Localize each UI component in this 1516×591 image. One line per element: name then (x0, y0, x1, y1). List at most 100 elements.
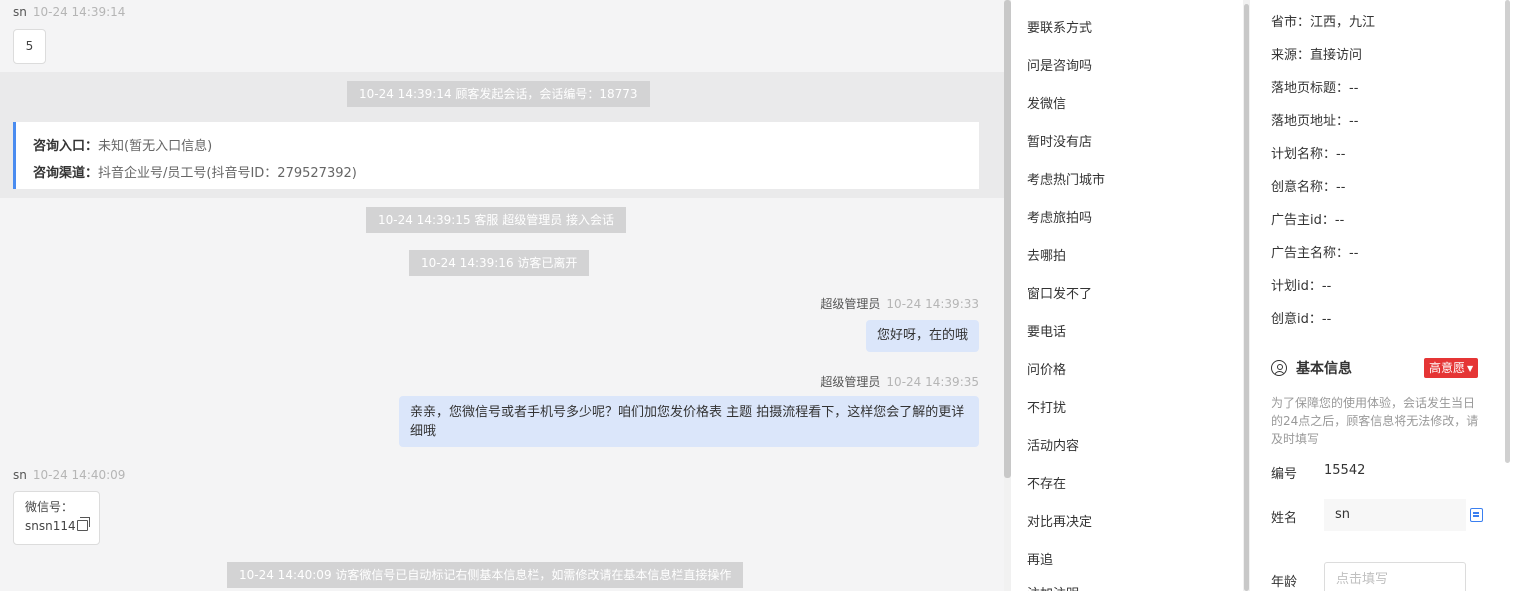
info-label: 落地页地址： (1271, 114, 1350, 129)
sender-name: 超级管理员 (820, 297, 881, 311)
phrase-item[interactable]: 去哪拍 (1027, 245, 1066, 264)
phrase-item[interactable]: 问是咨询吗 (1027, 55, 1092, 74)
consult-channel-value: 抖音企业号/员工号(抖音号ID：279527392) (98, 166, 357, 181)
info-field: 落地页地址：-- (1271, 110, 1358, 129)
message-text: 5 (25, 39, 34, 53)
info-value: -- (1321, 312, 1332, 327)
info-field: 计划名称：-- (1271, 143, 1345, 162)
quick-phrase-list: 要联系方式 问是咨询吗 发微信 暂时没有店 考虑热门城市 考虑旅拍吗 去哪拍 窗… (1011, 0, 1244, 591)
message-time: 10-24 14:39:14 (32, 5, 126, 19)
id-value: 15542 (1324, 463, 1366, 478)
info-value: -- (1321, 279, 1332, 294)
phrase-item[interactable]: 不存在 (1027, 473, 1066, 492)
basic-info-title: 基本信息 (1271, 358, 1352, 378)
info-label: 计划id： (1271, 279, 1322, 294)
consult-info-card: 咨询入口：未知(暂无入口信息) 咨询渠道：抖音企业号/员工号(抖音号ID：279… (13, 122, 979, 189)
phrase-item[interactable]: 发微信 (1027, 93, 1066, 112)
system-notice: 10-24 14:39:16 访客已离开 (409, 250, 590, 276)
caret-down-icon: ▼ (1467, 364, 1474, 373)
phrase-item[interactable]: 不打扰 (1027, 397, 1066, 416)
info-field: 来源：直接访问 (1271, 44, 1362, 63)
message-meta: 超级管理员 10-24 14:39:35 (820, 373, 979, 390)
agent-message: 亲亲，您微信号或者手机号多少呢？咱们加您发价格表 主题 拍摄流程看下，这样您会了… (399, 396, 979, 447)
message-time: 10-24 14:39:35 (886, 375, 979, 389)
info-value: 江西，九江 (1310, 15, 1376, 30)
name-field[interactable]: sn (1324, 499, 1466, 531)
chat-scrollbar[interactable] (1004, 0, 1011, 591)
phrase-item[interactable]: 问价格 (1027, 359, 1066, 378)
wechat-value: snsn114 (25, 519, 76, 533)
phrase-item[interactable]: 再追 (1027, 549, 1053, 568)
consult-entry-row: 咨询入口：未知(暂无入口信息) (33, 133, 979, 160)
system-notice: 10-24 14:40:09 访客微信号已自动标记右侧基本信息栏，如需修改请在基… (227, 562, 744, 588)
info-label: 创意id： (1271, 312, 1322, 327)
phrase-item[interactable]: 活动内容 (1027, 435, 1079, 454)
info-value: -- (1336, 147, 1346, 162)
agent-message: 您好呀，在的哦 (865, 320, 979, 352)
customer-info-panel: 省市：江西，九江 来源：直接访问 落地页标题：-- 落地页地址：-- 计划名称：… (1250, 0, 1516, 591)
copy-icon[interactable] (76, 517, 90, 531)
wechat-label: 微信号： (25, 500, 74, 514)
message-meta: sn 10-24 14:39:14 (13, 5, 125, 19)
info-label: 落地页标题： (1271, 81, 1350, 96)
sender-name: sn (13, 468, 27, 482)
message-text: 亲亲，您微信号或者手机号多少呢？咱们加您发价格表 主题 拍摄流程看下，这样您会了… (410, 405, 965, 439)
wechat-row: snsn114 (25, 517, 90, 536)
info-field: 创意id：-- (1271, 308, 1331, 327)
system-notice: 10-24 14:39:15 客服 超级管理员 接入会话 (366, 207, 627, 233)
visitor-wechat-card: 微信号： snsn114 (13, 491, 100, 545)
info-field: 省市：江西，九江 (1271, 11, 1375, 30)
info-value: -- (1334, 213, 1345, 228)
phrase-item[interactable]: 考虑旅拍吗 (1027, 207, 1092, 226)
name-label: 姓名 (1271, 511, 1298, 526)
consult-entry-value: 未知(暂无入口信息) (98, 139, 213, 154)
info-scrollbar[interactable] (1505, 0, 1510, 463)
info-value: -- (1349, 114, 1359, 129)
info-value: -- (1349, 81, 1359, 96)
info-label: 广告主名称： (1271, 246, 1350, 261)
intent-tag-dropdown[interactable]: 高意愿 ▼ (1424, 358, 1479, 378)
chat-scrollbar-thumb[interactable] (1004, 0, 1011, 478)
message-time: 10-24 14:40:09 (32, 468, 126, 482)
info-label: 广告主id： (1271, 213, 1335, 228)
phrase-item[interactable]: 考虑热门城市 (1027, 169, 1105, 188)
edit-hint: 为了保障您的使用体验，会话发生当日的24点之后，顾客信息将无法修改，请及时填写 (1271, 396, 1479, 446)
consult-channel-label: 咨询渠道： (33, 166, 99, 181)
age-label: 年龄 (1271, 575, 1298, 590)
info-field: 落地页标题：-- (1271, 77, 1358, 96)
basic-info-title-text: 基本信息 (1296, 361, 1352, 377)
phrase-scrollbar[interactable] (1243, 0, 1250, 591)
message-meta: 超级管理员 10-24 14:39:33 (820, 295, 979, 312)
info-field: 广告主id：-- (1271, 209, 1344, 228)
phrase-scrollbar-thumb[interactable] (1244, 4, 1249, 591)
system-notice: 10-24 14:39:14 顾客发起会话，会话编号：18773 (347, 81, 650, 107)
phrase-item[interactable]: 窗口发不了 (1027, 283, 1092, 302)
info-field: 广告主名称：-- (1271, 242, 1358, 261)
sender-name: 超级管理员 (820, 375, 881, 389)
info-field: 计划id：-- (1271, 275, 1331, 294)
visitor-message: 5 (13, 29, 46, 64)
message-time: 10-24 14:39:33 (886, 297, 979, 311)
info-value: -- (1336, 180, 1346, 195)
info-value: -- (1349, 246, 1359, 261)
consult-entry-label: 咨询入口： (33, 139, 99, 154)
info-label: 计划名称： (1271, 147, 1337, 162)
id-label: 编号 (1271, 467, 1298, 482)
edit-icon[interactable] (1470, 508, 1483, 522)
info-label: 来源： (1271, 48, 1311, 63)
info-field: 创意名称：-- (1271, 176, 1345, 195)
info-label: 省市： (1271, 15, 1311, 30)
phrase-item[interactable]: 暂时没有店 (1027, 131, 1092, 150)
chat-pane: sn 10-24 14:39:14 5 10-24 14:39:14 顾客发起会话… (0, 0, 1004, 591)
phrase-item[interactable]: 注加注明 (1027, 583, 1079, 591)
intent-tag-label: 高意愿 (1429, 361, 1466, 375)
phrase-item[interactable]: 要电话 (1027, 321, 1066, 340)
sender-name: sn (13, 5, 27, 19)
age-input[interactable] (1324, 562, 1466, 591)
consult-channel-row: 咨询渠道：抖音企业号/员工号(抖音号ID：279527392) (33, 160, 979, 187)
phrase-item[interactable]: 对比再决定 (1027, 511, 1092, 530)
phrase-item[interactable]: 要联系方式 (1027, 17, 1092, 36)
message-meta: sn 10-24 14:40:09 (13, 468, 125, 482)
info-value: 直接访问 (1310, 48, 1363, 63)
info-label: 创意名称： (1271, 180, 1337, 195)
